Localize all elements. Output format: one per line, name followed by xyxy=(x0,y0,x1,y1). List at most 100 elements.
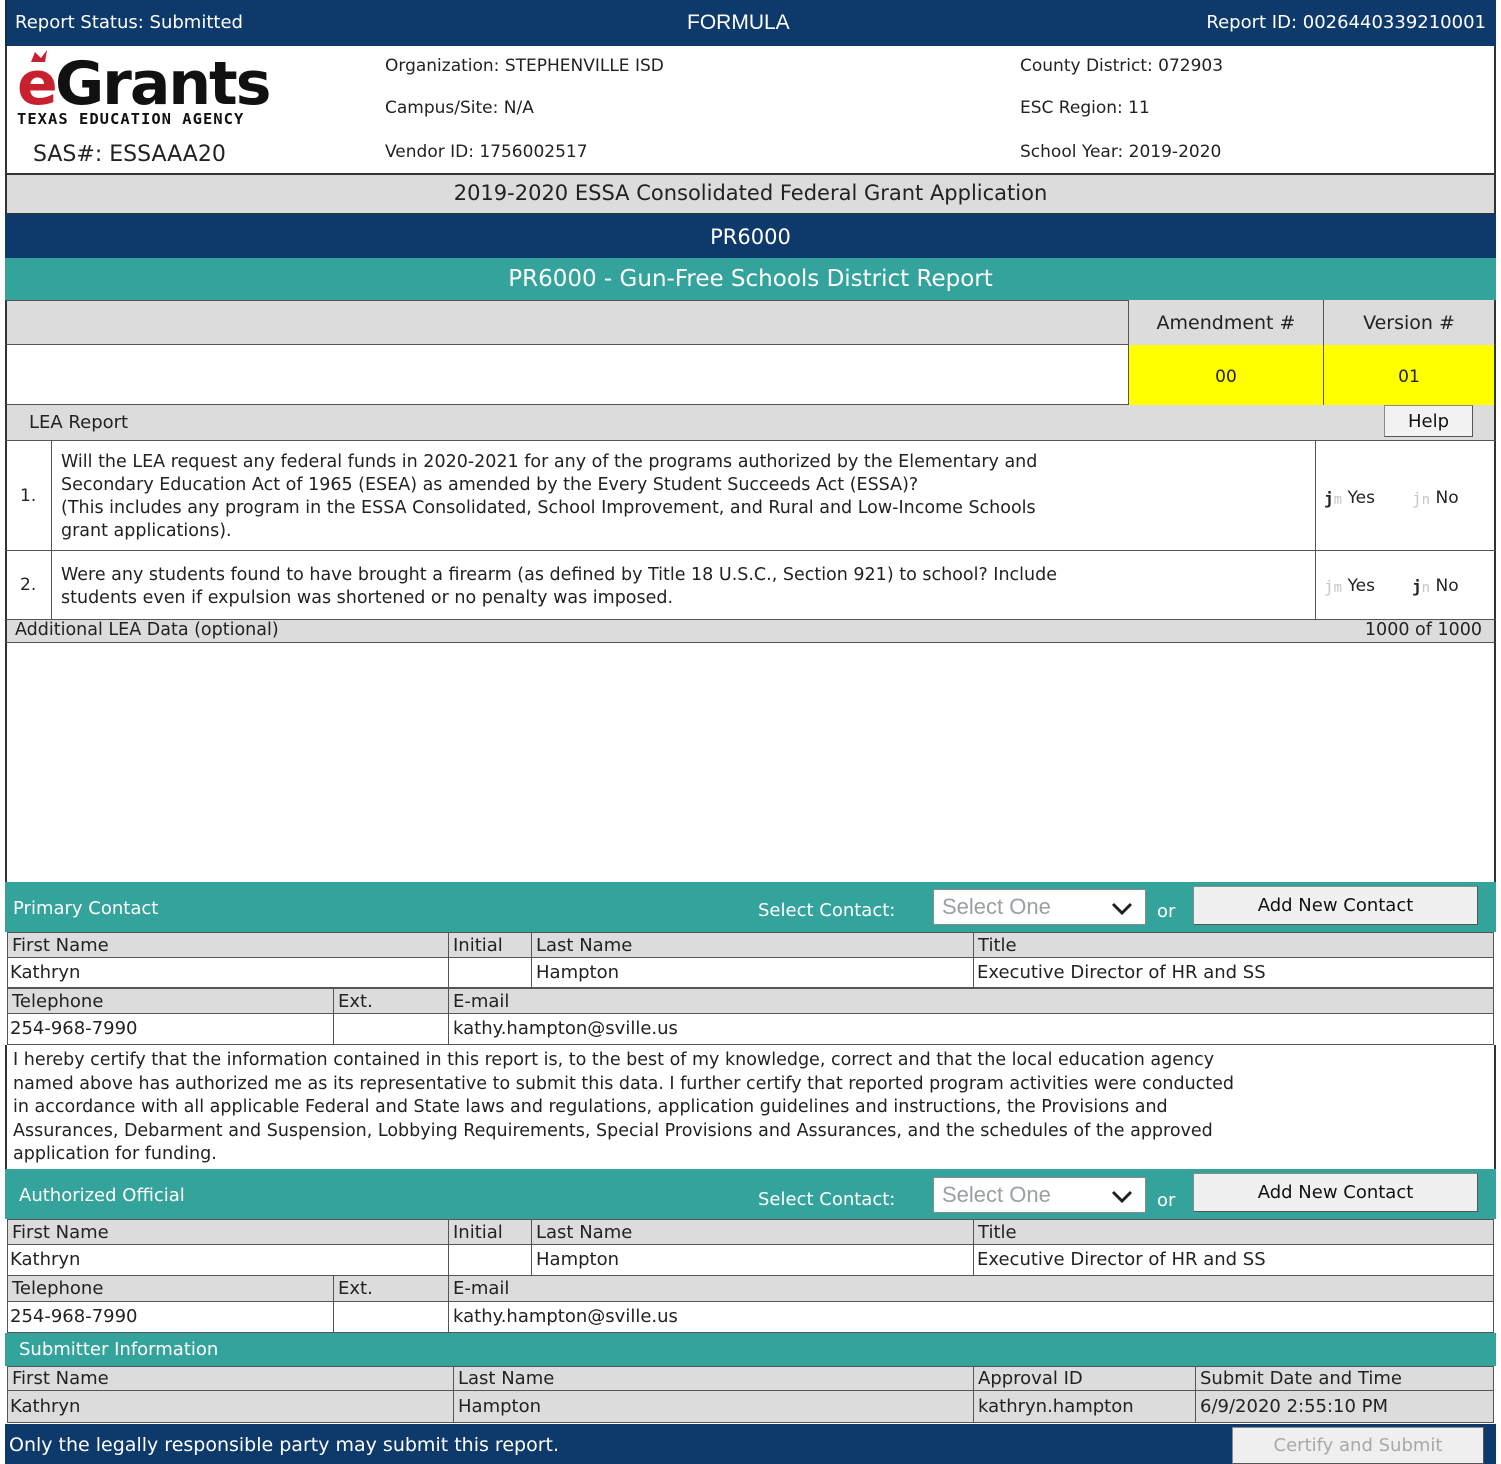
submitter-datetime-header: Submit Date and Time xyxy=(1195,1366,1494,1391)
question-number-cell-1: 1. xyxy=(8,440,52,551)
organization: Organization: STEPHENVILLE ISD xyxy=(385,56,664,76)
additional-data-label: Additional LEA Data (optional) xyxy=(15,620,279,640)
esc-region: ESC Region: 11 xyxy=(1020,98,1150,118)
question-number-2: 2. xyxy=(20,575,37,595)
submitter-last-name-header: Last Name xyxy=(453,1366,974,1391)
status-bar: Report Status: Submitted FORMULA Report … xyxy=(5,0,1496,46)
help-button[interactable]: Help xyxy=(1384,405,1473,437)
additional-data-counter: 1000 of 1000 xyxy=(1364,620,1482,640)
version-label: Version # xyxy=(1363,312,1455,334)
certification-line-4: Assurances, Debarment and Suspension, Lo… xyxy=(13,1120,1213,1141)
question-1-yes-radio[interactable]: jm Yes xyxy=(1324,488,1375,508)
question-number-cell-2: 2. xyxy=(8,551,52,619)
schedule-title: PR6000 - Gun-Free Schools District Repor… xyxy=(508,266,993,292)
primary-first-name-field[interactable]: Kathryn xyxy=(7,957,449,988)
schedule-code-bar: PR6000 xyxy=(5,214,1496,258)
official-title-header: Title xyxy=(973,1219,1494,1245)
official-email-field[interactable]: kathy.hampton@sville.us xyxy=(448,1301,1494,1333)
primary-select-contact-label: Select Contact: xyxy=(758,900,896,921)
submitter-header: Submitter Information xyxy=(5,1333,1496,1366)
question-2-line-2: students even if expulsion was shortened… xyxy=(61,588,674,608)
question-number-1: 1. xyxy=(20,486,37,506)
official-last-name-field[interactable]: Hampton xyxy=(531,1244,974,1276)
lea-report-header: LEA Report xyxy=(5,405,1496,440)
sas-number: SAS#: ESSAAA20 xyxy=(33,142,226,167)
version-label-cell: Version # xyxy=(1323,300,1494,345)
primary-initial-header: Initial xyxy=(448,932,532,958)
official-select-placeholder: Select One xyxy=(942,1182,1051,1207)
submitter-first-name-header: First Name xyxy=(7,1366,454,1391)
primary-email-field[interactable]: kathy.hampton@sville.us xyxy=(448,1013,1494,1045)
official-select-contact-dropdown[interactable]: Select One xyxy=(933,1177,1146,1213)
certification-line-2: named above has authorized me as its rep… xyxy=(13,1073,1235,1094)
official-first-name-field[interactable]: Kathryn xyxy=(7,1244,449,1276)
primary-last-name-field[interactable]: Hampton xyxy=(531,957,974,988)
question-2-yes-radio[interactable]: jm Yes xyxy=(1324,576,1375,596)
primary-last-name-header: Last Name xyxy=(531,932,974,958)
footer-notice: Only the legally responsible party may s… xyxy=(9,1434,559,1456)
official-email-header: E-mail xyxy=(448,1275,1494,1302)
question-1-line-3: (This includes any program in the ESSA C… xyxy=(61,498,1036,518)
question-text-1: Will the LEA request any federal funds i… xyxy=(61,451,1306,543)
certification-line-1: I hereby certify that the information co… xyxy=(13,1050,1215,1070)
question-1-no-radio[interactable]: jn No xyxy=(1412,488,1459,508)
submitter-datetime-value: 6/9/2020 2:55:10 PM xyxy=(1195,1390,1494,1423)
report-status: Report Status: Submitted xyxy=(15,12,243,33)
official-title-field[interactable]: Executive Director of HR and SS xyxy=(973,1244,1494,1276)
question-1-no-label: No xyxy=(1435,488,1459,508)
question-text-2: Were any students found to have brought … xyxy=(61,564,1306,610)
official-initial-header: Initial xyxy=(448,1219,532,1245)
radio-selected-icon: jn xyxy=(1412,576,1431,596)
primary-initial-field[interactable] xyxy=(448,957,532,988)
primary-first-name-header: First Name xyxy=(7,932,449,958)
schedule-code: PR6000 xyxy=(710,225,791,249)
amendment-label: Amendment # xyxy=(1156,312,1296,334)
amendment-label-cell: Amendment # xyxy=(1128,300,1323,345)
official-telephone-field[interactable]: 254-968-7990 xyxy=(7,1301,334,1333)
certification-line-5: application for funding. xyxy=(13,1144,217,1164)
primary-telephone-header: Telephone xyxy=(7,988,334,1014)
question-answer-cell-2: jm Yes jn No xyxy=(1315,551,1496,619)
chevron-down-icon xyxy=(1111,1190,1133,1204)
primary-telephone-field[interactable]: 254-968-7990 xyxy=(7,1013,334,1045)
chevron-down-icon xyxy=(1111,902,1133,916)
application-title-bar: 2019-2020 ESSA Consolidated Federal Gran… xyxy=(5,173,1496,214)
primary-select-contact-dropdown[interactable]: Select One xyxy=(933,889,1146,925)
submitter-last-name-value: Hampton xyxy=(453,1390,974,1423)
question-answer-cell-1: jm Yes jn No xyxy=(1315,440,1496,551)
additional-data-header: Additional LEA Data (optional) 1000 of 1… xyxy=(5,620,1496,643)
submitter-label: Submitter Information xyxy=(19,1339,219,1360)
official-ext-field[interactable] xyxy=(333,1301,449,1333)
logo-agency-text: TEXAS EDUCATION AGENCY xyxy=(17,110,244,128)
primary-title-field[interactable]: Executive Director of HR and SS xyxy=(973,957,1494,988)
question-1-line-4: grant applications). xyxy=(61,521,232,541)
official-add-new-contact-button[interactable]: Add New Contact xyxy=(1193,1173,1478,1212)
submitter-first-name-value: Kathryn xyxy=(7,1390,454,1423)
radio-selected-icon: jm xyxy=(1324,488,1343,508)
primary-ext-header: Ext. xyxy=(333,988,449,1014)
application-title: 2019-2020 ESSA Consolidated Federal Gran… xyxy=(453,181,1048,205)
certify-and-submit-button[interactable]: Certify and Submit xyxy=(1232,1427,1484,1464)
version-value: 01 xyxy=(1398,367,1420,387)
submitter-approval-id-value: kathryn.hampton xyxy=(973,1390,1196,1423)
radio-unselected-icon: jn xyxy=(1412,488,1431,508)
official-last-name-header: Last Name xyxy=(531,1219,974,1245)
primary-contact-label: Primary Contact xyxy=(13,898,159,919)
question-1-line-1: Will the LEA request any federal funds i… xyxy=(61,452,1038,472)
primary-add-new-contact-button[interactable]: Add New Contact xyxy=(1193,886,1478,925)
school-year: School Year: 2019-2020 xyxy=(1020,142,1222,162)
official-initial-field[interactable] xyxy=(448,1244,532,1276)
egrants-logo-graphic: e Grants TEXAS EDUCATION AGENCY xyxy=(17,49,271,128)
question-2-line-1: Were any students found to have brought … xyxy=(61,565,1057,585)
org-info-block: e Grants TEXAS EDUCATION AGENCY SAS#: ES… xyxy=(5,46,1496,173)
authorized-official-label: Authorized Official xyxy=(19,1185,185,1206)
schedule-title-bar: PR6000 - Gun-Free Schools District Repor… xyxy=(5,258,1496,300)
county-district: County District: 072903 xyxy=(1020,56,1224,76)
additional-data-textarea[interactable] xyxy=(5,643,1496,882)
primary-ext-field[interactable] xyxy=(333,1013,449,1045)
version-value-cell: 01 xyxy=(1323,345,1494,405)
formula-label: FORMULA xyxy=(687,11,790,34)
question-2-no-radio[interactable]: jn No xyxy=(1412,576,1459,596)
lea-report-label: LEA Report xyxy=(29,412,129,433)
official-first-name-header: First Name xyxy=(7,1219,449,1245)
